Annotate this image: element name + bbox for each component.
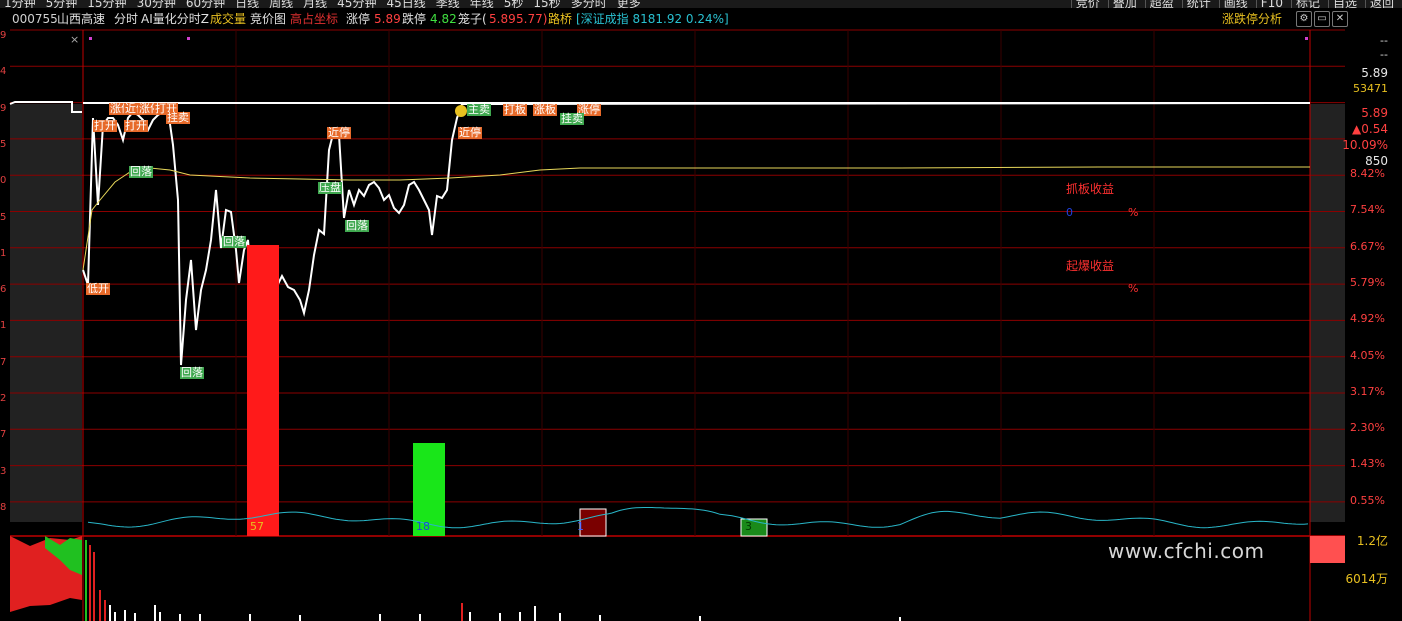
- percent-tick: 1.43%: [1350, 457, 1385, 471]
- left-auction-panel: [10, 104, 82, 522]
- smiley-icon: [455, 105, 467, 117]
- signal-tag-zhumai: 主卖: [467, 103, 491, 116]
- signal-tag-jinting: 近停: [327, 126, 351, 139]
- marker-dot: [89, 37, 92, 40]
- watermark-text: www.cfchi.com: [1108, 539, 1265, 563]
- left-axis-label: 6: [0, 284, 7, 296]
- grab-profit-unit: %: [1128, 206, 1139, 219]
- signal-tag-guamai: 挂卖: [166, 111, 190, 124]
- signal-tag-huixing: 回落: [345, 219, 369, 232]
- marker-dot: [187, 37, 190, 40]
- last-price: 5.89: [1361, 66, 1388, 80]
- percent-tick: 8.42%: [1350, 167, 1385, 180]
- signal-tag-huixing: 回落: [180, 366, 204, 379]
- burst-profit-unit: %: [1128, 282, 1139, 295]
- percent-tick: 3.17%: [1350, 384, 1385, 398]
- intraday-chart: 57 18 1 3 ×: [9, 29, 1345, 621]
- burst-profit-label: 起爆收益: [1066, 259, 1115, 273]
- left-price-axis: 9 4 9 5 0 5 1 6 1 7 2 7 3 8: [0, 30, 10, 621]
- percent-tick: 2.30%: [1350, 421, 1385, 435]
- left-axis-label: 9: [0, 102, 7, 114]
- left-axis-label: 8: [0, 501, 7, 513]
- signal-tag-huixing: 回落: [222, 235, 246, 248]
- left-axis-label: 1: [0, 247, 7, 259]
- signal-tag-jinting: 近停: [458, 126, 482, 139]
- right-dash-2: --: [1380, 48, 1388, 61]
- trading-window: 1分钟 5分钟 15分钟 30分钟 60分钟 日线 周线 月线 45分钟 45日线 季线 年线 5秒 15…: [0, 0, 1402, 621]
- left-axis-label: 3: [0, 465, 7, 477]
- right-axis: -- -- 5.89 53471 5.89 ▲0.54 10.09% 850 1…: [1342, 30, 1402, 621]
- handover-value: 850: [1365, 154, 1388, 168]
- grab-profit-value: 0: [1066, 206, 1073, 219]
- volume-max: 1.2亿: [1356, 534, 1388, 548]
- signal-tag-kaiban: 打开: [93, 119, 117, 132]
- price-2: 5.89: [1361, 106, 1388, 120]
- left-axis-label: 7: [0, 356, 7, 368]
- left-axis-label: 5: [0, 138, 7, 150]
- right-dash-1: --: [1380, 34, 1388, 47]
- right-auction-panel: [1310, 104, 1345, 522]
- bar-label-red: 57: [250, 520, 264, 533]
- signal-tag-dipan: 低开: [86, 282, 110, 295]
- signal-tag-huixing: 回落: [129, 165, 153, 178]
- percent-tick: 5.79%: [1350, 275, 1385, 289]
- left-axis-label: 7: [0, 429, 7, 441]
- bar-label-small: 3: [745, 520, 752, 533]
- left-axis-label: 4: [0, 66, 7, 78]
- red-signal-bar: [247, 245, 279, 536]
- left-axis-label: 9: [0, 30, 7, 41]
- close-mark-icon: ×: [70, 33, 79, 46]
- left-axis-label: 5: [0, 211, 7, 223]
- percent-tick: 6.67%: [1350, 239, 1385, 253]
- left-axis-label: 0: [0, 175, 7, 187]
- volume-mid: 6014万: [1345, 572, 1388, 586]
- percent-tick: 0.55%: [1350, 493, 1385, 507]
- signal-tag-zhangban: 涨板: [533, 103, 557, 116]
- grab-profit-label: 抓板收益: [1066, 182, 1115, 196]
- signal-tag-daban: 打板: [503, 103, 527, 116]
- bar-label-dark: 1: [577, 520, 584, 533]
- signal-tag-kaiban: 打开: [124, 119, 148, 132]
- signal-tag-zhuangpan: 压盘: [318, 181, 342, 194]
- signal-tag-guamai: 挂卖: [560, 112, 584, 125]
- marker-dot: [1305, 37, 1308, 40]
- change-percent: 10.09%: [1342, 138, 1388, 152]
- bar-label-green: 18: [416, 520, 430, 533]
- right-volume-block: [1310, 536, 1345, 563]
- percent-tick: 4.92%: [1350, 312, 1385, 326]
- left-axis-label: 1: [0, 320, 7, 332]
- left-axis-label: 2: [0, 393, 7, 404]
- price-change: ▲0.54: [1352, 122, 1388, 136]
- last-volume: 53471: [1353, 82, 1388, 95]
- percent-tick: 7.54%: [1350, 203, 1385, 217]
- percent-tick: 4.05%: [1350, 348, 1385, 362]
